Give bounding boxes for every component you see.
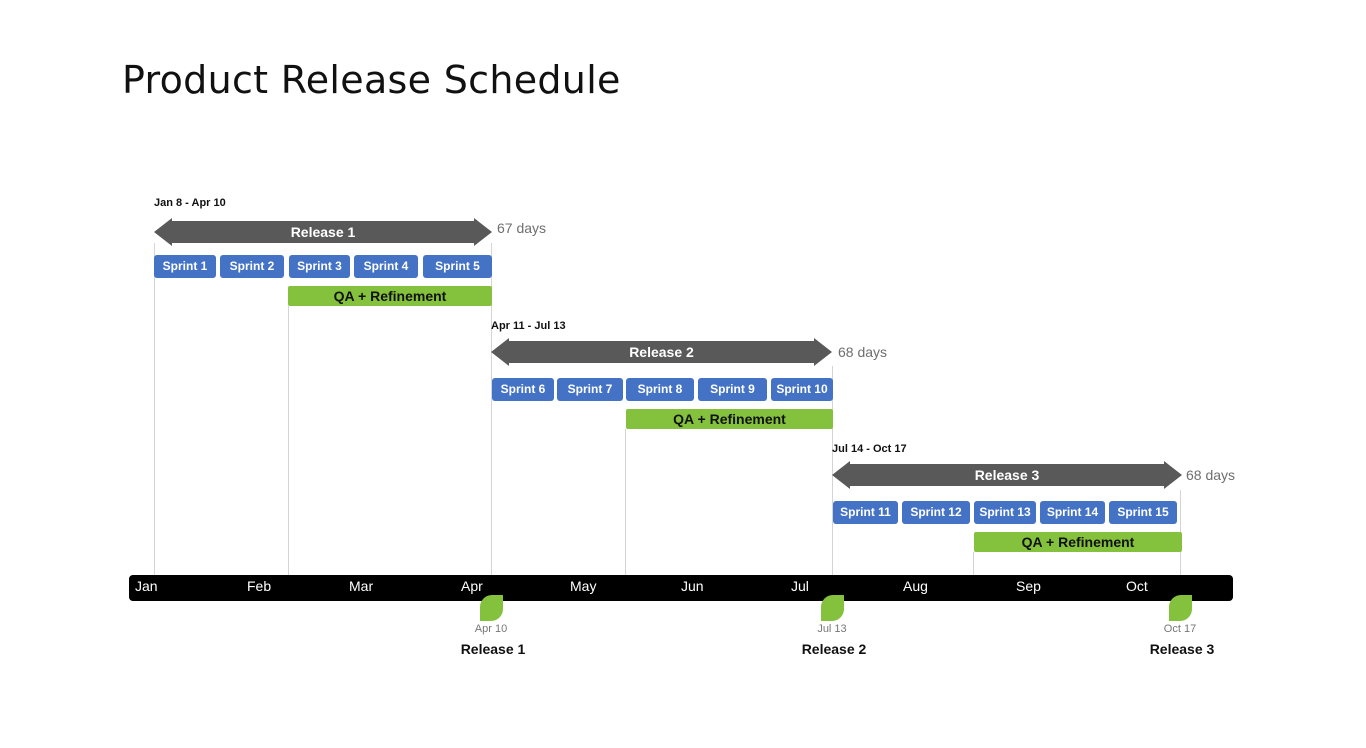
guide-line [973,552,974,575]
month-label: Mar [349,578,374,594]
month-label: May [570,578,597,594]
release-date-range: Jul 14 - Oct 17 [832,443,907,455]
page-title: Product Release Schedule [122,58,621,102]
month-label: Feb [247,578,272,594]
month-label: Jan [135,578,158,594]
sprint-bar[interactable]: Sprint 9 [698,378,767,401]
sprint-bar[interactable]: Sprint 15 [1109,501,1177,524]
milestone-date: Oct 17 [1163,623,1197,635]
month-label: Oct [1126,578,1148,594]
sprint-bar[interactable]: Sprint 7 [557,378,623,401]
release-name: Release 2 [629,344,694,360]
release-name: Release 3 [974,467,1040,483]
guide-line [625,429,626,575]
release-date-range: Jan 8 - Apr 10 [154,197,226,209]
sprint-bar[interactable]: Sprint 12 [902,501,970,524]
release-date-range: Apr 11 - Jul 13 [491,320,566,332]
release-duration: 67 days [497,220,547,236]
release-name: Release 1 [290,224,356,240]
sprint-bar[interactable]: Sprint 1 [154,255,216,278]
sprint-bar[interactable]: Sprint 14 [1040,501,1105,524]
qa-refinement-bar[interactable]: QA + Refinement [626,409,833,429]
qa-refinement-bar[interactable]: QA + Refinement [288,286,492,306]
milestone-leaf-icon [821,595,844,621]
release-duration: 68 days [838,344,888,360]
timeline-axis: Jan Feb Mar Apr May Jun Jul Aug Sep Oct [129,575,1233,601]
sprint-bar[interactable]: Sprint 11 [833,501,898,524]
release-1-bar[interactable]: Release 1 [154,218,492,246]
sprint-bar[interactable]: Sprint 13 [974,501,1036,524]
release-duration: 68 days [1186,467,1236,483]
sprint-bar[interactable]: Sprint 2 [220,255,284,278]
sprint-bar[interactable]: Sprint 10 [771,378,833,401]
month-label: Sep [1016,578,1041,594]
release-3-bar[interactable]: Release 3 [832,461,1182,489]
qa-refinement-bar[interactable]: QA + Refinement [974,532,1182,552]
milestone-leaf-icon [480,595,503,621]
sprint-bar[interactable]: Sprint 8 [626,378,694,401]
milestone-name: Release 1 [460,641,526,657]
sprint-bar[interactable]: Sprint 6 [492,378,554,401]
milestone-leaf-icon [1169,595,1192,621]
milestone-name: Release 2 [801,641,867,657]
milestone-name: Release 3 [1149,641,1215,657]
month-label: Apr [461,578,483,594]
sprint-bar[interactable]: Sprint 3 [289,255,350,278]
sprint-bar[interactable]: Sprint 5 [423,255,492,278]
milestone-date: Apr 10 [474,623,508,635]
month-label: Aug [903,578,928,594]
month-label: Jul [791,578,809,594]
guide-line [288,306,289,575]
guide-line [154,243,155,575]
month-label: Jun [681,578,704,594]
milestone-date: Jul 13 [817,623,847,635]
release-2-bar[interactable]: Release 2 [491,338,832,366]
sprint-bar[interactable]: Sprint 4 [354,255,418,278]
